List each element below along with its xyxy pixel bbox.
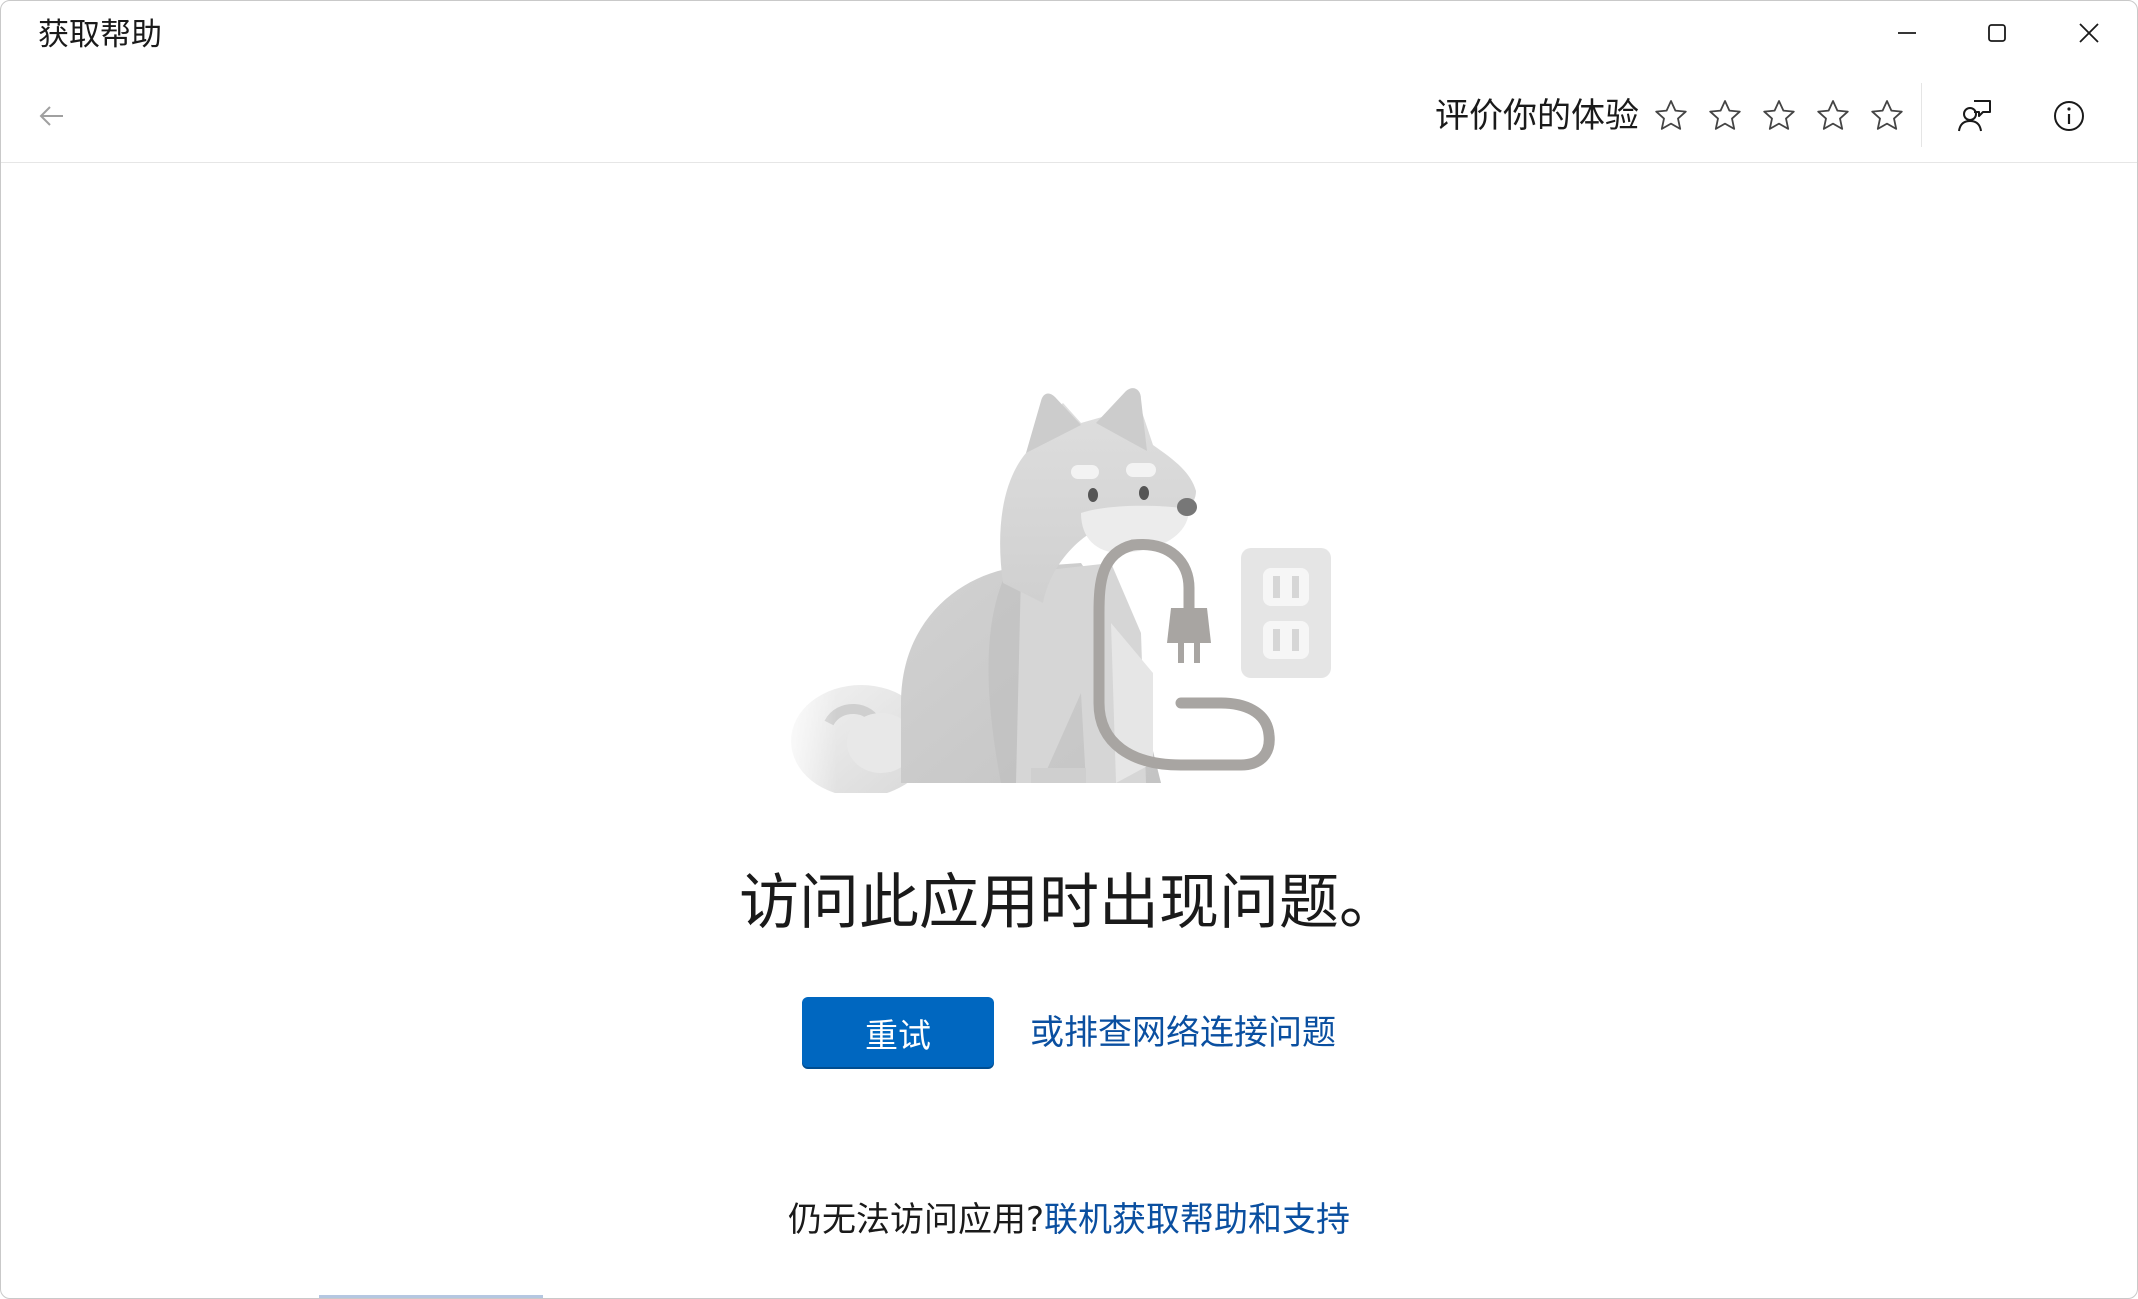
info-icon bbox=[2054, 101, 2084, 131]
back-button[interactable] bbox=[29, 93, 75, 139]
rate-experience-label: 评价你的体验 bbox=[1435, 96, 1639, 136]
star-outline-icon bbox=[1763, 100, 1795, 130]
star-5-button[interactable] bbox=[1865, 94, 1909, 138]
action-row: 重试 或排查网络连接问题 bbox=[1, 997, 2137, 1069]
toolbar-divider bbox=[1921, 83, 1922, 147]
minimize-icon bbox=[1898, 32, 1916, 34]
minimize-button[interactable] bbox=[1862, 1, 1952, 65]
star-outline-icon bbox=[1655, 100, 1687, 130]
title-bar: 获取帮助 bbox=[1, 1, 2137, 71]
get-help-window: 获取帮助 评价你的体验 访问此应用时出现问题。 重试 或排查网络连接问题 仍无法… bbox=[0, 0, 2138, 1299]
star-2-button[interactable] bbox=[1703, 94, 1747, 138]
star-4-button[interactable] bbox=[1811, 94, 1855, 138]
error-heading: 访问此应用时出现问题。 bbox=[739, 868, 1399, 938]
star-outline-icon bbox=[1709, 100, 1741, 130]
star-rating bbox=[1649, 94, 1909, 138]
close-icon bbox=[2079, 23, 2099, 43]
main-content: 访问此应用时出现问题。 重试 或排查网络连接问题 仍无法访问应用?联机获取帮助和… bbox=[1, 163, 2137, 1298]
toolbar: 评价你的体验 bbox=[1, 71, 2137, 163]
retry-button[interactable]: 重试 bbox=[802, 997, 994, 1069]
info-button[interactable] bbox=[2042, 89, 2096, 143]
dog-unplugged-illustration bbox=[781, 388, 1331, 793]
maximize-icon bbox=[1988, 24, 2006, 42]
back-arrow-icon bbox=[39, 106, 63, 126]
star-outline-icon bbox=[1871, 100, 1903, 130]
window-title: 获取帮助 bbox=[38, 17, 162, 53]
maximize-button[interactable] bbox=[1952, 1, 2042, 65]
feedback-icon bbox=[1958, 100, 1991, 132]
star-outline-icon bbox=[1817, 100, 1849, 130]
star-1-button[interactable] bbox=[1649, 94, 1693, 138]
feedback-button[interactable] bbox=[1948, 89, 2002, 143]
help-footer: 仍无法访问应用?联机获取帮助和支持 bbox=[1, 1197, 2137, 1243]
close-button[interactable] bbox=[2044, 1, 2134, 65]
taskbar-edge bbox=[319, 1295, 543, 1298]
online-help-link[interactable]: 联机获取帮助和支持 bbox=[1044, 1200, 1350, 1240]
star-3-button[interactable] bbox=[1757, 94, 1801, 138]
troubleshoot-network-link[interactable]: 或排查网络连接问题 bbox=[1030, 1010, 1336, 1056]
footer-text: 仍无法访问应用? bbox=[787, 1200, 1045, 1240]
